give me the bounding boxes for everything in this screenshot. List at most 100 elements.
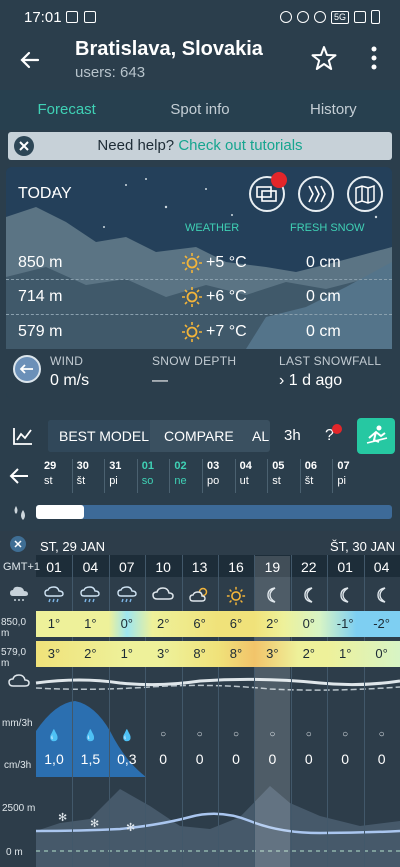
close-icon	[14, 540, 22, 548]
hour-label: 01	[46, 559, 62, 575]
compare-option[interactable]: COMPARE	[164, 428, 234, 444]
raindrop-icon: 💧	[83, 730, 98, 742]
altitude-value: 714 m	[18, 288, 63, 305]
fresh-snow-value: 0 cm	[306, 323, 341, 340]
precipitation-value: 0	[232, 751, 240, 767]
raindrop-icon: ○	[232, 729, 240, 740]
svg-text:✻: ✻	[90, 817, 99, 830]
precipitation-value: 0	[304, 751, 313, 767]
lifts-button[interactable]	[298, 176, 334, 212]
app-bar: Bratislava, Slovakia users: 643	[0, 34, 400, 90]
back-arrow-icon[interactable]	[16, 46, 44, 74]
precipitation-value: 0	[377, 751, 386, 767]
forecast-toolbar: BEST MODEL COMPARE ALL 3h ?	[0, 416, 400, 456]
altitude-row: 850 m +5 °C 0 cm	[6, 246, 392, 280]
hour-label: 04	[373, 559, 390, 575]
tab-history[interactable]: History	[267, 90, 400, 130]
altitude-row: 579 m +7 °C 0 cm	[6, 315, 392, 349]
chart-icon[interactable]	[12, 426, 34, 446]
close-banner-button[interactable]	[14, 136, 34, 156]
cloud-icon	[145, 586, 181, 607]
wind-value: 0 m/s	[50, 372, 90, 389]
wifi-icon	[313, 11, 326, 23]
moon-icon	[291, 586, 327, 609]
signal-icon	[354, 11, 366, 23]
forecast-grid: ✻ ✻ ✻ GMT+1 850,0 m 579,0 m mm/3h cm/3h 25…	[0, 531, 400, 867]
notification-icon	[66, 11, 78, 23]
timeline-handle[interactable]	[36, 505, 84, 519]
fresh-snow-header: FRESH SNOW	[290, 222, 365, 234]
chat-notification-badge	[271, 172, 287, 188]
sun-icon	[218, 586, 254, 611]
weather-row-icon	[10, 586, 28, 601]
raindrop-icon: ○	[160, 729, 167, 740]
precip-unit-cm: cm/3h	[4, 760, 32, 771]
raindrop-icon: ○	[269, 729, 276, 740]
hour-label: 07	[119, 559, 135, 575]
help-notification-badge	[332, 424, 342, 434]
moon-icon	[364, 586, 400, 609]
precipitation-icon	[14, 506, 25, 520]
precipitation-value: 0	[195, 751, 204, 767]
moon-icon	[254, 586, 290, 609]
date-label: ST, 29 JAN	[40, 539, 106, 554]
day-item[interactable]: 07 pi	[337, 459, 369, 489]
temperature-cell: 1°	[47, 616, 61, 631]
status-time: 17:01	[24, 9, 62, 26]
temperature-cell: 3°	[266, 646, 279, 661]
temperature-value: +7 °C	[206, 323, 247, 340]
all-option[interactable]: ALL	[252, 428, 270, 444]
svg-text:✻: ✻	[58, 811, 67, 824]
day-strip: 29st 30 št 31 pi 01 so 02 ne 03 po 04 ut 05st 06 št 07 pi	[0, 459, 400, 493]
tab-forecast[interactable]: Forecast	[0, 90, 133, 130]
alarm-icon	[279, 11, 292, 23]
temperature-cell: 2°	[302, 646, 316, 661]
skier-icon	[366, 425, 388, 444]
best-model-option[interactable]: BEST MODEL	[59, 428, 149, 444]
altitude-value: 850 m	[18, 254, 63, 271]
ski-mode-button[interactable]	[357, 418, 395, 454]
arrow-left-icon[interactable]	[8, 466, 30, 486]
sun-icon	[182, 322, 202, 342]
wind-label: WIND	[50, 354, 84, 368]
help-banner: Need help? Check out tutorials	[8, 132, 392, 160]
snow-depth-label: SNOW DEPTH	[152, 354, 237, 368]
temperature-cell: 3°	[47, 646, 61, 661]
altitude-value: 579 m	[18, 323, 63, 340]
interval-selector[interactable]: 3h	[284, 427, 301, 444]
close-grid-button[interactable]	[10, 536, 26, 552]
wind-snow-summary: WIND 0 m/s SNOW DEPTH — LAST SNOWFALL › …	[6, 349, 392, 399]
tab-bar: Forecast Spot info History	[0, 90, 400, 130]
model-selector: BEST MODEL COMPARE ALL	[48, 420, 270, 452]
today-card: TODAY WEATHER FRESH SNOW 850 m +5 °C 0 c…	[6, 167, 392, 399]
more-menu-icon[interactable]	[364, 44, 384, 72]
timeline-scrollbar[interactable]	[36, 505, 392, 519]
temperature-cell: 2°	[156, 616, 170, 631]
hour-label: 04	[82, 559, 99, 575]
help-text: Need help?	[97, 137, 175, 154]
battery-icon	[371, 10, 380, 24]
tutorials-link[interactable]: Check out tutorials	[178, 137, 302, 154]
temperature-cell: 2°	[266, 616, 279, 631]
last-snowfall-label: LAST SNOWFALL	[279, 354, 382, 368]
snow-rain-icon	[36, 586, 72, 611]
temperature-cell: 0°	[120, 616, 134, 631]
wind-direction-icon	[13, 355, 41, 383]
timezone-label: GMT+1	[3, 561, 40, 573]
altitude-label-2: 579,0 m	[1, 647, 27, 669]
tab-spot-info[interactable]: Spot info	[133, 90, 266, 130]
height-label-bottom: 0 m	[6, 847, 23, 858]
favorite-star-icon[interactable]	[310, 44, 338, 72]
close-icon	[19, 141, 29, 151]
status-bar: 17:01 5G	[0, 0, 400, 34]
fresh-snow-value: 0 cm	[306, 254, 341, 271]
timeline-row	[0, 498, 400, 526]
sun-cloud-icon	[182, 586, 218, 609]
map-button[interactable]	[347, 176, 383, 212]
height-label-top: 2500 m	[2, 803, 36, 814]
hour-label: 16	[228, 559, 244, 575]
temperature-cell: 1°	[120, 646, 134, 661]
last-snowfall-value: › 1 d ago	[279, 372, 343, 389]
precipitation-value: 0,3	[117, 751, 137, 767]
altitude-label-1: 850,0 m	[1, 617, 27, 639]
